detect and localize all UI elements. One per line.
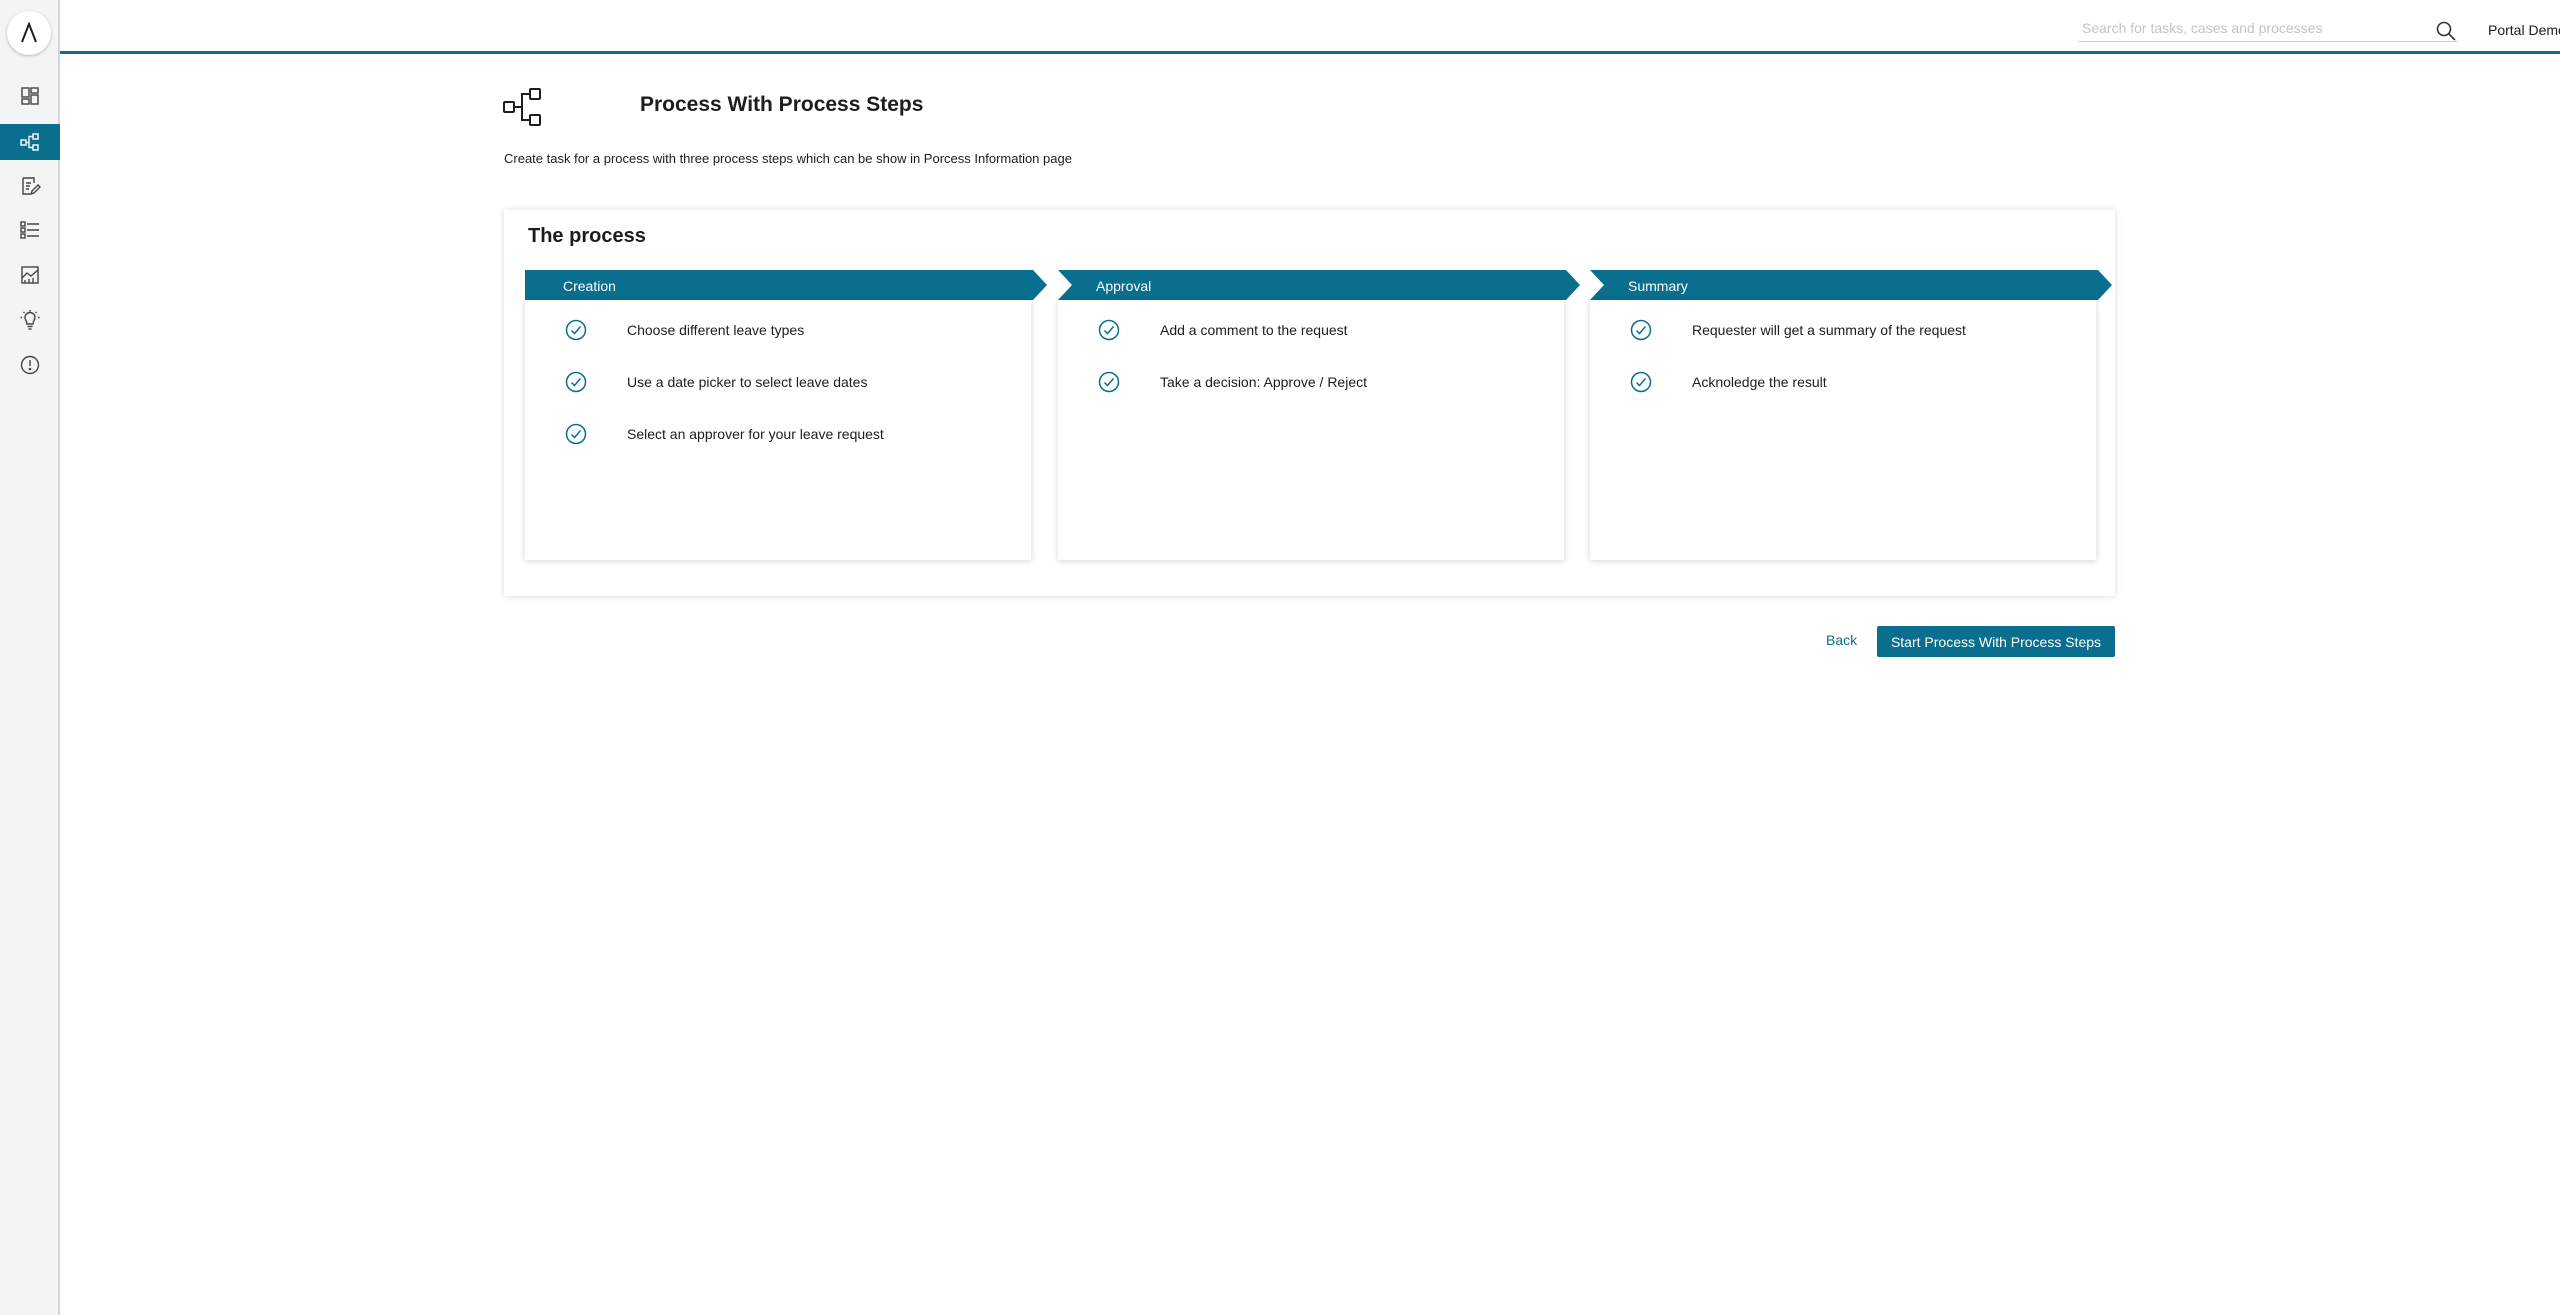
- user-name[interactable]: Portal Demo User: [2488, 22, 2560, 38]
- step-items: Add a comment to the request Take a deci…: [1058, 300, 1564, 560]
- list-item: Choose different leave types: [565, 319, 804, 341]
- process-card: The process Creation Choose different le…: [504, 210, 2115, 596]
- sidebar-item-processes[interactable]: [0, 124, 60, 160]
- step-banner: Approval: [1058, 270, 1590, 300]
- check-circle-icon: [565, 423, 587, 445]
- check-circle-icon: [1098, 371, 1120, 393]
- page-description: Create task for a process with three pro…: [504, 151, 1072, 166]
- step-item-label: Choose different leave types: [627, 322, 805, 338]
- start-process-button[interactable]: Start Process With Process Steps: [1877, 626, 2115, 657]
- chart-icon: [21, 266, 39, 284]
- step-name: Creation: [563, 278, 616, 294]
- search-box: [2078, 16, 2458, 42]
- lightbulb-icon: [20, 310, 40, 330]
- process-flow-icon: [503, 88, 541, 126]
- back-link[interactable]: Back: [1826, 632, 1857, 648]
- dashboard-icon: [21, 87, 39, 105]
- list-item: Take a decision: Approve / Reject: [1098, 371, 1367, 393]
- step-item-label: Select an approver for your leave reques…: [627, 426, 884, 442]
- list-item: Use a date picker to select leave dates: [565, 371, 867, 393]
- sidebar-item-cases[interactable]: [0, 212, 60, 248]
- step-item-label: Add a comment to the request: [1160, 322, 1348, 338]
- process-step-approval: Approval Add a comment to the request Ta…: [1058, 270, 1590, 570]
- sidebar-item-statistics[interactable]: [0, 257, 60, 293]
- step-item-label: Use a date picker to select leave dates: [627, 374, 868, 390]
- list-icon: [20, 221, 39, 239]
- list-item: Requester will get a summary of the requ…: [1630, 319, 1966, 341]
- search-input[interactable]: [2078, 16, 2418, 40]
- process-step-summary: Summary Requester will get a summary of …: [1590, 270, 2122, 570]
- step-item-label: Take a decision: Approve / Reject: [1160, 374, 1368, 390]
- check-circle-icon: [1630, 319, 1652, 341]
- process-title: The process: [528, 225, 646, 247]
- list-item: Add a comment to the request: [1098, 319, 1348, 341]
- check-circle-icon: [1098, 319, 1120, 341]
- step-items: Requester will get a summary of the requ…: [1590, 300, 2096, 560]
- check-circle-icon: [565, 319, 587, 341]
- list-item: Acknoledge the result: [1630, 371, 1827, 393]
- step-banner: Creation: [525, 270, 1057, 300]
- page-title: Process With Process Steps: [640, 93, 924, 116]
- sidebar-item-dashboard[interactable]: [0, 78, 60, 114]
- step-items: Choose different leave types Use a date …: [525, 300, 1031, 560]
- sidebar-item-info[interactable]: [0, 347, 60, 383]
- sidebar-item-tasks[interactable]: [0, 168, 60, 204]
- sidebar-item-ideas[interactable]: [0, 302, 60, 338]
- step-banner: Summary: [1590, 270, 2122, 300]
- process-step-creation: Creation Choose different leave types Us…: [525, 270, 1057, 570]
- axon-logo-icon[interactable]: [7, 11, 51, 55]
- step-name: Approval: [1096, 278, 1152, 294]
- list-item: Select an approver for your leave reques…: [565, 423, 884, 445]
- sidebar: [0, 0, 60, 1315]
- info-icon: [20, 355, 40, 375]
- search-icon[interactable]: [2435, 20, 2457, 42]
- step-name: Summary: [1628, 278, 1688, 294]
- process-icon: [20, 133, 39, 151]
- step-item-label: Requester will get a summary of the requ…: [1692, 322, 1966, 338]
- check-circle-icon: [565, 371, 587, 393]
- task-edit-icon: [22, 177, 41, 196]
- step-item-label: Acknoledge the result: [1692, 374, 1827, 390]
- check-circle-icon: [1630, 371, 1652, 393]
- top-bar: Portal Demo User: [60, 0, 2560, 54]
